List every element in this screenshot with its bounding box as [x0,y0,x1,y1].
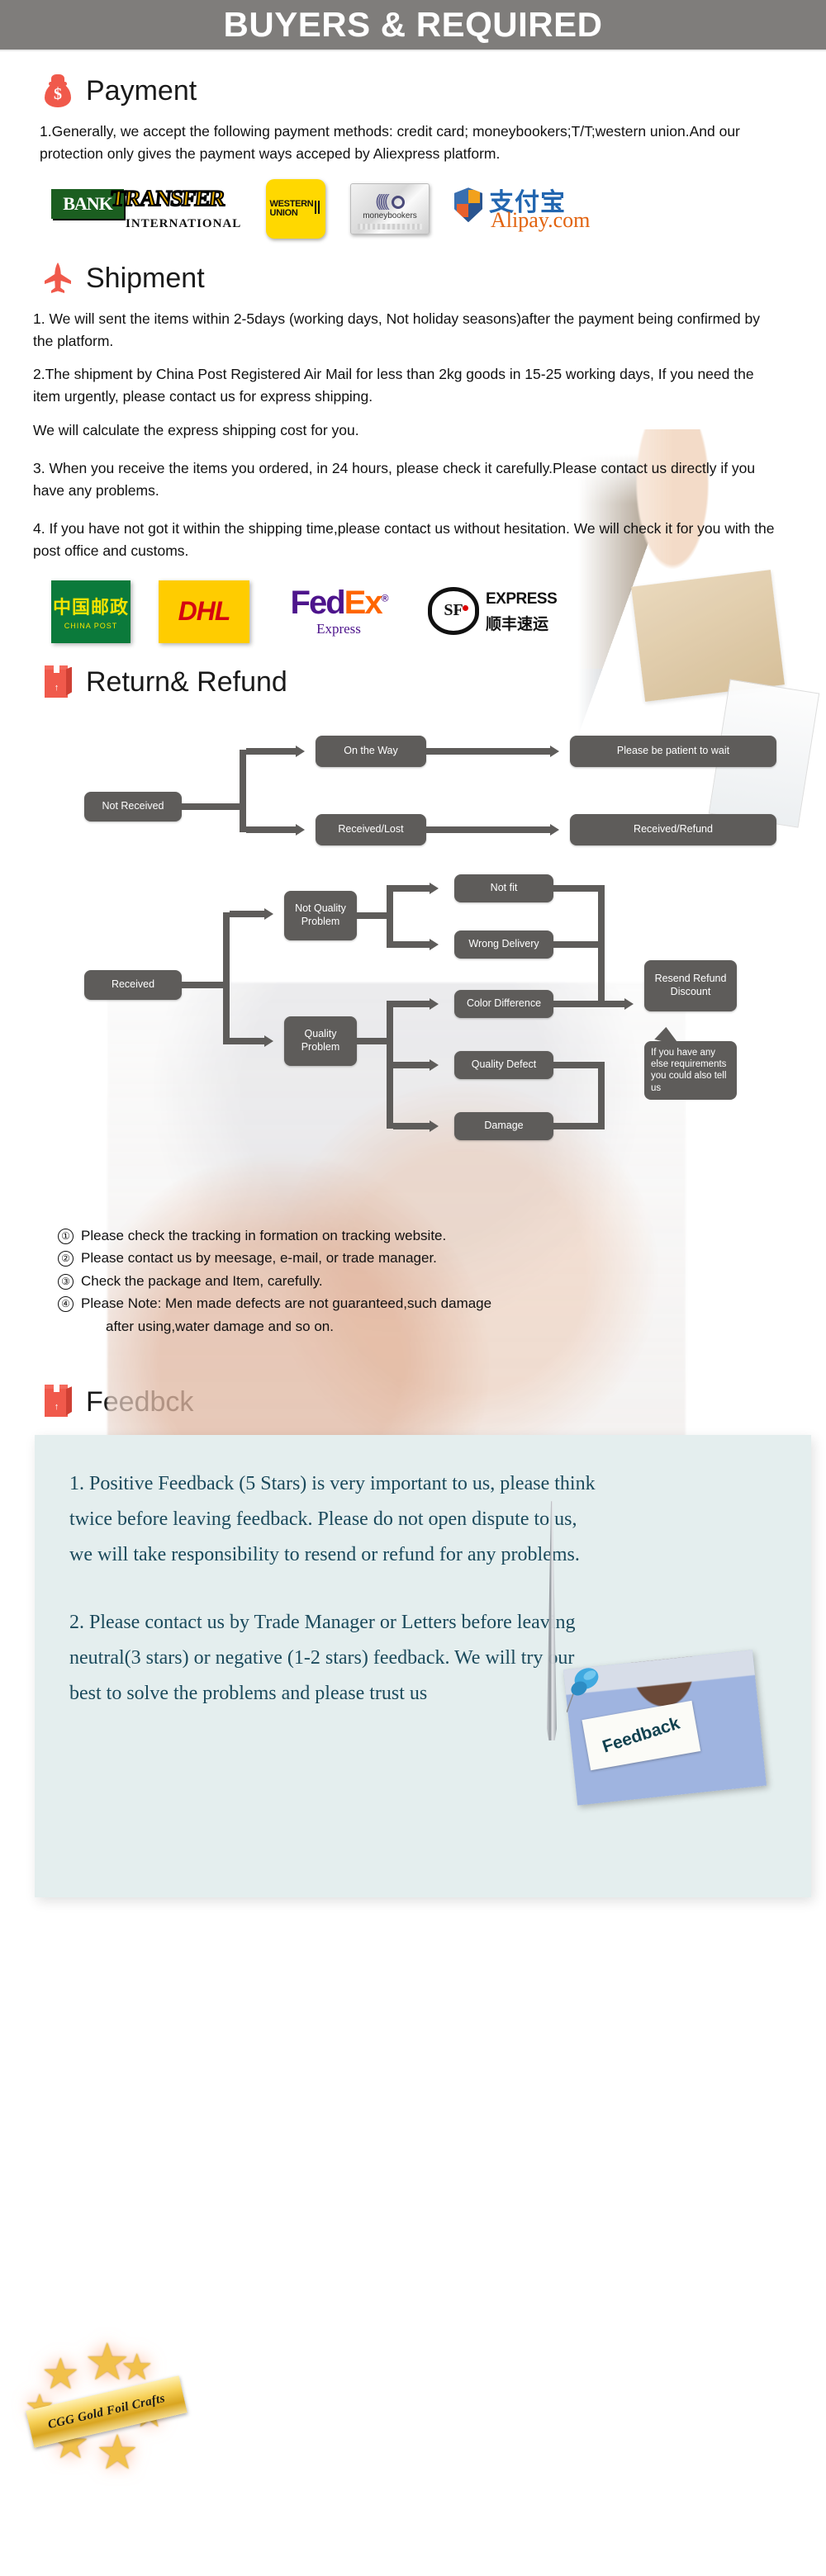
page-title: BUYERS & REQUIRED [223,5,603,44]
list-item-text: Please contact us by meesage, e-mail, or… [81,1250,437,1267]
bank-transfer-secondary: TRANSFER [108,185,226,211]
list-marker: ① [58,1228,74,1244]
list-item: ② Please contact us by meesage, e-mail, … [58,1247,793,1270]
feedback-paragraph-2: 2. Please contact us by Trade Manager or… [69,1612,576,1704]
flow-node-damage: Damage [454,1111,553,1140]
list-item-text: Check the package and Item, carefully. [81,1272,323,1289]
fedex-part1: Fed [290,584,346,621]
flow-node-received-lost: Received/Lost [316,813,426,845]
list-item: ③ Check the package and Item, carefully. [58,1270,793,1293]
fedex-sub: Express [316,620,361,637]
alipay-en-text: Alipay.com [491,208,591,233]
feedback-sign-label: Feedback [600,1713,682,1757]
flow-callout-extra-requirements: If you have any else requirements you co… [644,1024,737,1101]
china-post-logo: 中国邮政 CHINA POST [51,580,131,643]
flow-node-received: Received [84,969,182,1000]
shipment-logo-row: 中国邮政 CHINA POST DHL FedEx® Express SF EX… [51,580,793,643]
brand-seal: ★ ★ ★ ★ ★ ★ ★ CGG Gold Foil Crafts [23,2332,197,2488]
feedback-section: ↑ Feedbck [0,1384,826,1420]
flow-node-not-fit: Not fit [454,874,553,902]
returns-flowchart: Not Received On the Way Please be patien… [51,713,811,1216]
payment-logo-row: BANK TRANSFER INTERNATIONAL WESTERN UNIO… [51,179,793,239]
list-marker: ② [58,1251,74,1267]
western-union-text: WESTERN UNION [269,198,314,219]
western-union-line1: WESTERN [269,198,314,209]
shipment-paragraph-5: 4. If you have not got it within the shi… [33,520,775,559]
fedex-wordmark: FedEx® [290,584,389,621]
shipment-section: Shipment 1. We will sent the items withi… [0,260,826,643]
shipment-paragraph-3: We will calculate the express shipping c… [33,421,359,438]
package-icon: ↑ [41,665,74,701]
dhl-label: DHL [178,596,231,627]
flow-node-not-received: Not Received [84,791,182,822]
flow-node-received-refund: Received/Refund [570,813,776,845]
list-item: ④ Please Note: Men made defects are not … [58,1292,793,1315]
flow-node-quality-defect: Quality Defect [454,1050,553,1079]
payment-section: $ Payment 1.Generally, we accept the fol… [0,73,826,239]
list-marker: ④ [58,1296,74,1313]
list-item-text: Please check the tracking in formation o… [81,1227,447,1243]
list-marker: ③ [58,1273,74,1290]
flow-node-quality-problem: Quality Problem [284,1016,357,1066]
returns-notes-continuation: after using,water damage and so on. [106,1318,334,1334]
airplane-icon [41,260,74,296]
shipment-heading: Shipment [86,262,205,294]
china-post-cn-text: 中国邮政 [52,597,129,618]
fedex-part2: Ex [344,584,383,621]
china-post-en-text: CHINA POST [64,622,118,631]
flow-node-color-difference: Color Difference [454,989,553,1018]
shipment-paragraph-2: 2.The shipment by China Post Registered … [33,366,754,405]
shipment-paragraph-4: 3. When you receive the items you ordere… [33,460,756,499]
payment-paragraph: 1.Generally, we accept the following pay… [40,123,740,162]
bank-transfer-logo: BANK TRANSFER INTERNATIONAL [51,185,242,232]
moneybookers-waves-icon: ((((( [375,193,405,210]
sf-en-text: EXPRESS [486,590,558,608]
dhl-logo: DHL [159,580,249,643]
package-icon: ↑ [41,1384,74,1420]
shipment-paragraph-1: 1. We will sent the items within 2-5days… [33,310,760,349]
payment-heading-row: $ Payment [41,73,793,109]
callout-tail-icon [654,1024,684,1046]
list-item: ① Please check the tracking in formation… [58,1224,793,1248]
flow-node-on-the-way: On the Way [316,735,426,767]
shipment-heading-row: Shipment [41,260,793,296]
buyers-required-page: BUYERS & REQUIRED $ Payment 1.Generally,… [0,0,826,2576]
western-union-logo: WESTERN UNION [266,179,325,239]
moneybookers-logo: ((((( moneybookers [350,183,430,235]
money-bag-icon: $ [41,73,74,109]
pushpin-icon [566,1666,605,1713]
sf-dot-icon [463,604,468,611]
list-item-text: Please Note: Men made defects are not gu… [81,1295,492,1312]
returns-section: ↑ Return& Refund Not Received On the Way… [0,665,826,1338]
fedex-logo: FedEx® Express [278,580,400,643]
payment-heading: Payment [86,74,197,107]
western-union-bars-icon [315,200,321,218]
flow-node-resend-refund-discount: Resend Refund Discount [644,959,737,1011]
flow-node-not-quality-problem: Not Quality Problem [284,890,357,940]
sf-express-logo: SF EXPRESS 顺丰速运 [428,580,558,643]
flow-callout-text: If you have any else requirements you co… [651,1047,727,1093]
returns-heading: Return& Refund [86,666,287,698]
registered-trademark-icon: ® [381,592,389,604]
feedback-paragraph-1: 1. Positive Feedback (5 Stars) is very i… [69,1473,596,1565]
moneybookers-strip [357,224,423,230]
western-union-line2: UNION [269,208,298,219]
returns-notes-list: ① Please check the tracking in formation… [58,1224,793,1338]
returns-heading-row: ↑ Return& Refund [41,665,793,701]
sf-mark-icon: SF [428,586,479,635]
sf-cn-text: 顺丰速运 [486,615,549,633]
feedback-heading: Feedbck [86,1385,194,1418]
alipay-logo: 支付宝 Alipay.com [454,183,620,234]
page-banner: BUYERS & REQUIRED [0,0,826,51]
feedback-heading-row: ↑ Feedbck [41,1384,793,1420]
alipay-shield-icon [454,187,482,223]
flow-node-please-wait: Please be patient to wait [570,735,776,767]
moneybookers-label: moneybookers [363,211,417,221]
flow-node-wrong-delivery: Wrong Delivery [454,930,553,959]
bank-transfer-sub: INTERNATIONAL [126,217,242,231]
